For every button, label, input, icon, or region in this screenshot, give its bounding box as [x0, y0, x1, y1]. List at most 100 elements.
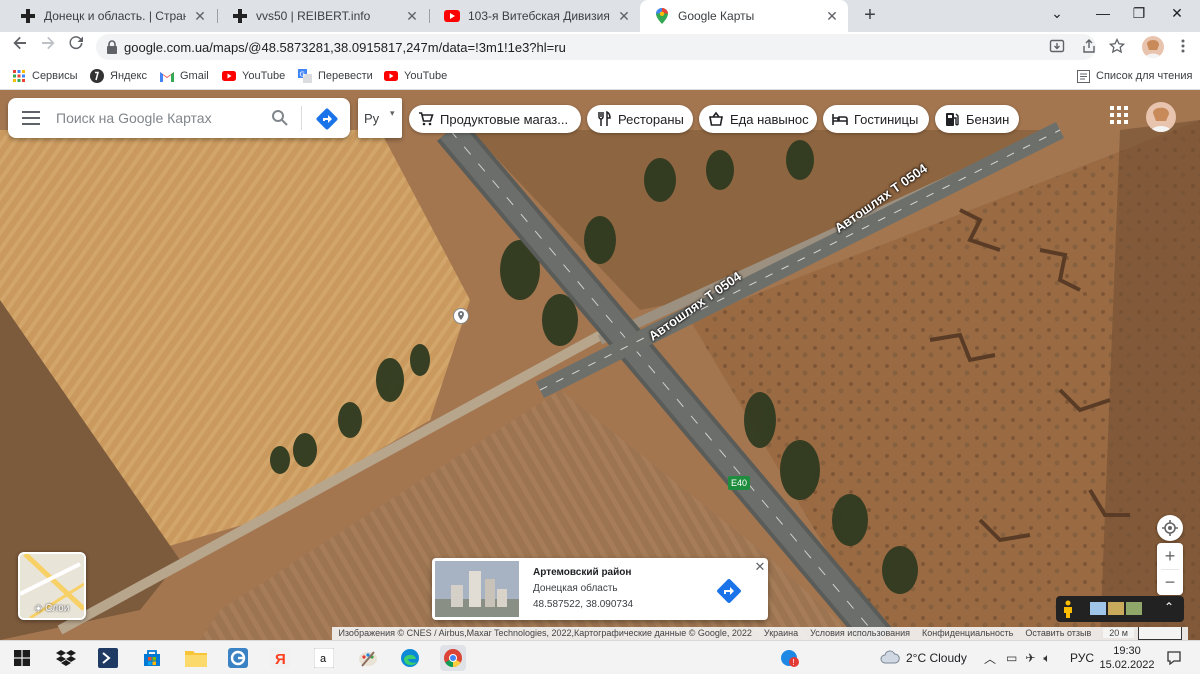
- place-pin-icon[interactable]: [453, 308, 469, 324]
- close-tab-icon[interactable]: ✕: [824, 8, 840, 25]
- clock[interactable]: 19:30 15.02.2022: [1099, 641, 1154, 675]
- yandex-browser-icon[interactable]: Я: [268, 646, 292, 670]
- chip-label: Продуктовые магаз...: [440, 111, 569, 127]
- speaker-icon[interactable]: 🔈︎: [1043, 651, 1050, 666]
- tab-reibert[interactable]: vvs50 | REIBERT.info ✕: [218, 0, 428, 32]
- expand-up-icon[interactable]: ⌃: [1164, 600, 1174, 614]
- chevron-up-icon[interactable]: ︿: [984, 650, 996, 667]
- close-tab-icon[interactable]: ✕: [192, 8, 208, 25]
- place-coordinates: 48.587522, 38.090734: [533, 599, 634, 610]
- chip-grocery[interactable]: Продуктовые магаз...: [409, 105, 581, 133]
- back-button[interactable]: [8, 35, 32, 59]
- input-language[interactable]: РУС: [1070, 641, 1094, 675]
- map-account-avatar[interactable]: [1146, 102, 1176, 132]
- reading-list-button[interactable]: Список для чтения: [1076, 67, 1192, 85]
- imagery-thumb-3[interactable]: [1126, 602, 1142, 615]
- close-window-button[interactable]: ✕: [1154, 0, 1200, 28]
- place-subtitle: Донецкая область: [533, 583, 618, 594]
- bookmark-youtube[interactable]: YouTube: [222, 67, 285, 85]
- powershell-icon[interactable]: [96, 646, 120, 670]
- language-selector[interactable]: Ру ▾: [358, 98, 402, 138]
- feedback-link[interactable]: Оставить отзыв: [1019, 627, 1098, 640]
- tab-title: 103-я Витебская Дивизия ВДВ в: [468, 9, 610, 23]
- tab-donetsk[interactable]: Донецк и область. | Страница 5 ✕: [6, 0, 216, 32]
- reload-icon: [69, 36, 83, 50]
- dropbox-icon[interactable]: [54, 646, 78, 670]
- language-value: Ру: [364, 111, 380, 126]
- terms-link[interactable]: Условия использования: [804, 627, 917, 640]
- zoom-in-button[interactable]: +: [1157, 543, 1183, 569]
- menu-dots-icon[interactable]: [1174, 38, 1192, 56]
- close-tab-icon[interactable]: ✕: [616, 8, 632, 25]
- clock-time: 19:30: [1113, 645, 1141, 657]
- close-tab-icon[interactable]: ✕: [404, 8, 420, 25]
- store-icon[interactable]: [140, 646, 164, 670]
- profile-avatar[interactable]: [1142, 36, 1164, 58]
- bookmark-yandex[interactable]: Яндекс: [90, 67, 147, 85]
- chip-label: Бензин: [966, 111, 1010, 127]
- map-canvas[interactable]: Ру ▾ Продуктовые магаз... Рестораны Еда …: [0, 90, 1200, 640]
- directions-icon[interactable]: [316, 108, 338, 133]
- camera-icon[interactable]: ▭: [1006, 651, 1017, 665]
- search-divider: [301, 106, 302, 130]
- tab-title: Донецк и область. | Страница 5: [44, 9, 186, 23]
- bookmark-label: Gmail: [180, 70, 209, 82]
- address-bar[interactable]: google.com.ua/maps/@48.5873281,38.091581…: [96, 34, 1096, 60]
- scale-indicator[interactable]: 20 м: [1097, 627, 1188, 640]
- paint-icon[interactable]: [356, 646, 380, 670]
- imagery-thumb-1[interactable]: [1090, 602, 1106, 615]
- file-explorer-icon[interactable]: [184, 646, 208, 670]
- tab-google-maps[interactable]: Google Карты ✕: [640, 0, 848, 32]
- weather-widget[interactable]: 2°C Cloudy: [880, 641, 967, 675]
- google-maps-icon: [654, 8, 670, 24]
- imagery-thumb-2[interactable]: [1108, 602, 1124, 615]
- search-icon[interactable]: [271, 109, 289, 130]
- bookmark-translate[interactable]: G Перевести: [298, 67, 373, 85]
- chip-gas[interactable]: Бензин: [935, 105, 1019, 133]
- layers-text: Слои: [45, 603, 70, 614]
- zoom-out-button[interactable]: −: [1157, 570, 1183, 595]
- chrome-icon[interactable]: [440, 645, 466, 671]
- youtube-icon: [384, 69, 398, 83]
- pegman-icon[interactable]: [1062, 600, 1074, 621]
- tab-youtube-vdv[interactable]: 103-я Витебская Дивизия ВДВ в ✕: [430, 0, 640, 32]
- reload-button[interactable]: [64, 35, 88, 59]
- app-g-icon[interactable]: [226, 646, 250, 670]
- hotel-icon: [832, 111, 848, 127]
- scale-label: 20 м: [1103, 628, 1134, 638]
- bookmark-gmail[interactable]: Gmail: [160, 67, 209, 85]
- bookmark-label: Перевести: [318, 70, 373, 82]
- privacy-link[interactable]: Конфиденциальность: [916, 627, 1020, 640]
- card-directions-icon[interactable]: [714, 576, 744, 606]
- close-card-icon[interactable]: ✕: [753, 560, 767, 574]
- reading-list-icon: [1076, 69, 1090, 83]
- airplane-icon[interactable]: ✈: [1025, 651, 1035, 665]
- map-search-input[interactable]: [56, 107, 266, 129]
- layers-label: ◈ Слои: [20, 603, 84, 614]
- street-view-strip: ⌃: [1056, 596, 1184, 622]
- tab-title: Google Карты: [678, 9, 755, 23]
- new-tab-button[interactable]: +: [858, 4, 882, 28]
- chip-takeout[interactable]: Еда навынос: [699, 105, 817, 133]
- google-apps-icon[interactable]: [1110, 106, 1132, 128]
- bookmark-services[interactable]: Сервисы: [12, 67, 78, 85]
- edge-icon[interactable]: [398, 646, 422, 670]
- windows-start-icon[interactable]: [10, 646, 34, 670]
- install-app-icon[interactable]: [1048, 38, 1066, 56]
- amazon-icon[interactable]: a: [312, 646, 336, 670]
- bookmark-star-icon[interactable]: [1108, 37, 1126, 56]
- forward-button[interactable]: [36, 35, 60, 59]
- security-alert-icon[interactable]: !: [778, 646, 802, 670]
- bookmark-youtube-2[interactable]: YouTube: [384, 67, 447, 85]
- place-thumbnail[interactable]: [435, 561, 519, 617]
- chip-restaurants[interactable]: Рестораны: [587, 105, 693, 133]
- share-icon[interactable]: [1080, 38, 1098, 56]
- layers-toggle[interactable]: ◈ Слои: [18, 552, 86, 620]
- my-location-button[interactable]: [1157, 515, 1183, 541]
- weather-text: 2°C Cloudy: [906, 651, 967, 665]
- gas-station-icon: [944, 111, 960, 127]
- hamburger-menu-icon[interactable]: [22, 110, 40, 129]
- tab-search-button[interactable]: ⌄: [1034, 0, 1080, 28]
- chip-hotels[interactable]: Гостиницы: [823, 105, 929, 133]
- notifications-icon[interactable]: [1166, 641, 1182, 675]
